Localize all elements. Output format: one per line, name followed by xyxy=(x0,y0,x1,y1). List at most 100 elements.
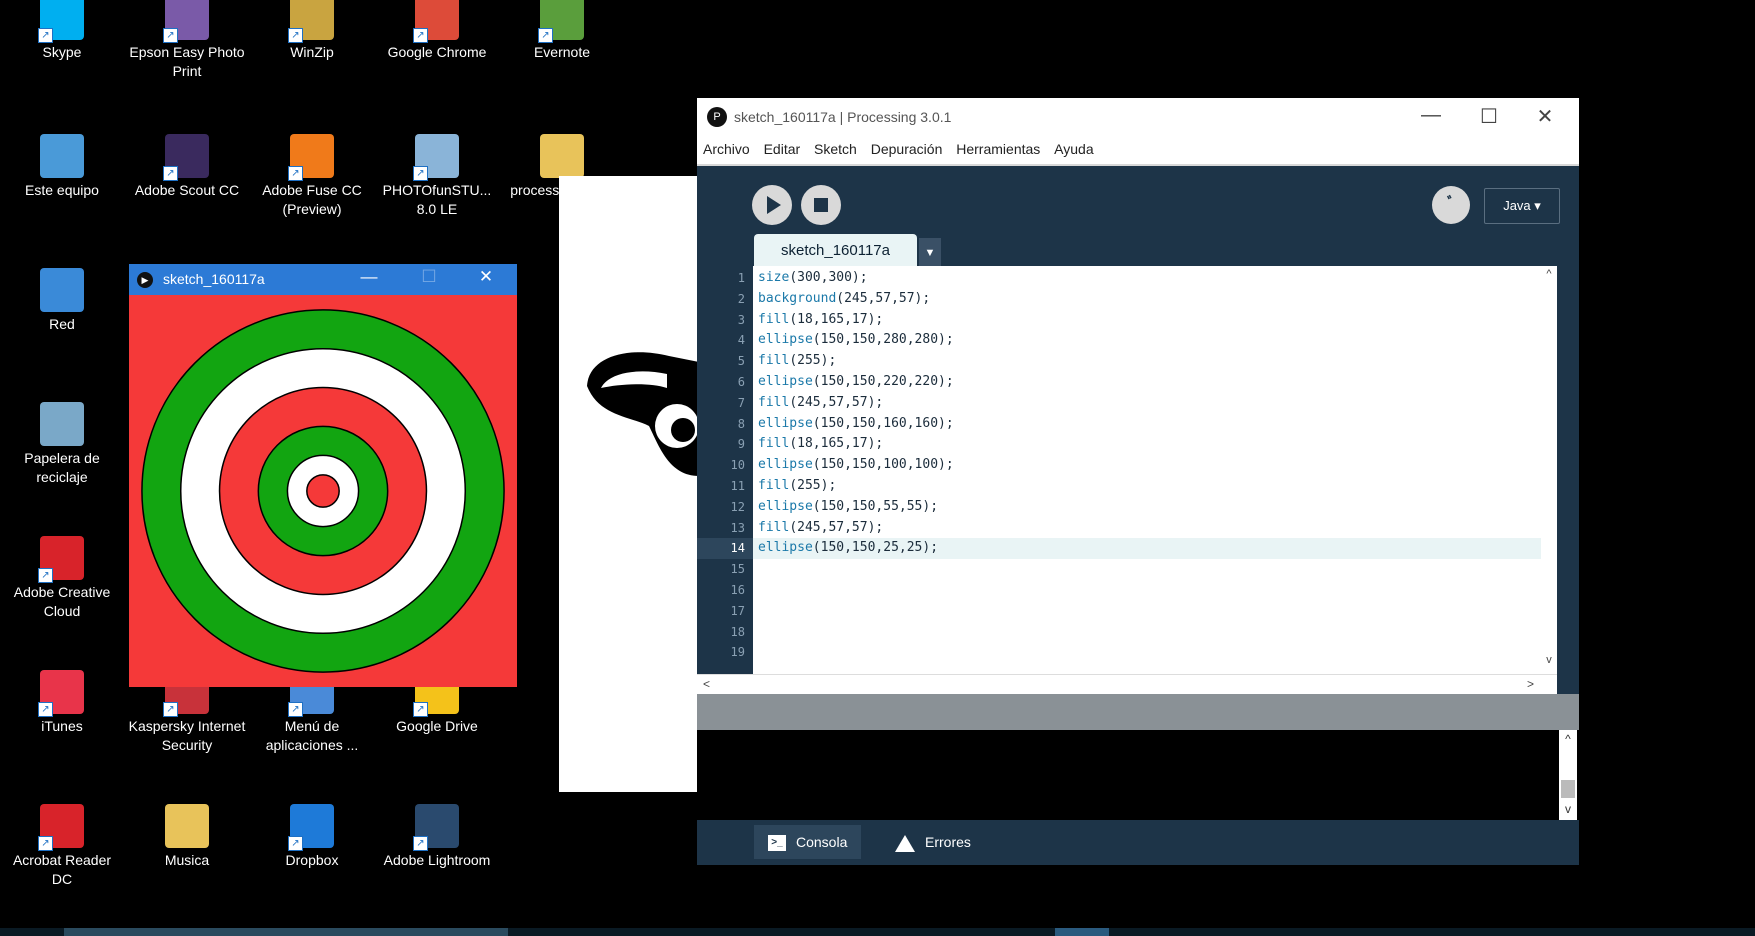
code-line[interactable]: background(245,57,57); xyxy=(753,289,1541,310)
desktop-icon[interactable]: ↗ PHOTOfunSTU... 8.0 LE xyxy=(377,134,497,219)
desktop-icon[interactable]: ↗ Adobe Lightroom xyxy=(377,804,497,870)
menu-herramientas[interactable]: Herramientas xyxy=(956,136,1040,162)
ide-title-bar[interactable]: P sketch_160117a | Processing 3.0.1 — ☐ … xyxy=(697,98,1579,136)
tab-consola-label: Consola xyxy=(796,834,848,850)
code-line[interactable] xyxy=(753,559,1541,580)
console-output[interactable]: ^ v xyxy=(697,730,1579,820)
menu-archivo[interactable]: Archivo xyxy=(703,136,750,162)
scroll-left-icon[interactable]: < xyxy=(703,677,710,691)
code-line[interactable]: fill(245,57,57); xyxy=(753,518,1541,539)
ide-minimize-button[interactable]: — xyxy=(1411,104,1451,127)
taskbar-active-segment[interactable] xyxy=(1055,928,1109,936)
editor-horizontal-scrollbar[interactable]: < > xyxy=(697,674,1557,695)
menu-depuracion[interactable]: Depuración xyxy=(871,136,943,162)
desktop-icon-label: Google Chrome xyxy=(387,44,487,60)
sketch-output-window[interactable]: ▶ sketch_160117a — ☐ ✕ xyxy=(129,264,517,687)
maximize-button[interactable]: ☐ xyxy=(414,267,444,287)
code-function: ellipse xyxy=(758,540,813,556)
tab-errores[interactable]: Errores xyxy=(881,825,985,859)
code-line[interactable]: fill(245,57,57); xyxy=(753,393,1541,414)
line-number: 15 xyxy=(730,562,745,577)
desktop-icon[interactable]: ↗ iTunes xyxy=(2,670,122,736)
ide-close-button[interactable]: ✕ xyxy=(1525,104,1565,129)
desktop-icon[interactable]: ↗ Skype xyxy=(2,0,122,62)
code-line[interactable]: ellipse(150,150,55,55); xyxy=(753,497,1541,518)
desktop-icon[interactable]: ↗ Evernote xyxy=(502,0,622,62)
scroll-up-icon[interactable]: ^ xyxy=(1541,268,1557,280)
debug-icon[interactable]: ﾞ xyxy=(1432,186,1470,224)
stop-button[interactable] xyxy=(801,185,841,225)
console-scroll-down-icon[interactable]: v xyxy=(1559,802,1577,816)
menu-sketch[interactable]: Sketch xyxy=(814,136,857,162)
desktop-icon[interactable]: Este equipo xyxy=(2,134,122,200)
tab-sketch[interactable]: sketch_160117a xyxy=(754,234,917,268)
menu-ayuda[interactable]: Ayuda xyxy=(1054,136,1093,162)
code-line[interactable]: ellipse(150,150,280,280); xyxy=(753,330,1541,351)
desktop-icon[interactable]: ↗ Dropbox xyxy=(252,804,372,870)
desktop-icon[interactable]: ↗ Adobe Creative Cloud xyxy=(2,536,122,621)
shortcut-arrow-icon: ↗ xyxy=(38,702,53,717)
code-line[interactable]: ellipse(150,150,160,160); xyxy=(753,414,1541,435)
evernote-icon: ↗ xyxy=(538,0,584,43)
code-editor[interactable]: 1 2 3 4 5 6 7 8 9 10 11 12 13 14 15 16 17 18 19 size(300,3… xyxy=(697,266,1557,674)
code-line[interactable]: ellipse(150,150,100,100); xyxy=(753,455,1541,476)
desktop-icon[interactable]: ↗ Adobe Scout CC xyxy=(127,134,247,200)
scroll-right-icon[interactable]: > xyxy=(1527,677,1534,691)
background-window[interactable] xyxy=(559,176,699,792)
code-line[interactable]: fill(18,165,17); xyxy=(753,310,1541,331)
code-line[interactable]: ellipse(150,150,25,25); xyxy=(753,538,1541,560)
console-divider[interactable] xyxy=(697,694,1579,730)
desktop-icon-label: Adobe Scout CC xyxy=(134,182,240,198)
adobe-fuse-icon: ↗ xyxy=(288,134,334,181)
dropbox-icon: ↗ xyxy=(288,804,334,851)
code-arguments: (255); xyxy=(789,477,837,493)
tab-consola[interactable]: >_ Consola xyxy=(754,825,862,859)
ide-maximize-button[interactable]: ☐ xyxy=(1469,104,1509,129)
desktop-icon[interactable]: ↗ Acrobat Reader DC xyxy=(2,804,122,889)
editor-vertical-scrollbar[interactable]: ^ v xyxy=(1541,266,1557,674)
sketch-window-title: sketch_160117a xyxy=(163,271,265,287)
processing-ide-window[interactable]: P sketch_160117a | Processing 3.0.1 — ☐ … xyxy=(697,98,1579,865)
desktop-icon[interactable]: Red xyxy=(2,268,122,334)
menu-editar[interactable]: Editar xyxy=(764,136,801,162)
desktop-icon[interactable]: ↗ WinZip xyxy=(252,0,372,62)
code-arguments: (245,57,57); xyxy=(836,290,931,306)
desktop-icon[interactable]: ↗ Epson Easy Photo Print xyxy=(127,0,247,81)
code-function: background xyxy=(758,290,837,306)
code-line[interactable] xyxy=(753,642,1541,663)
code-line[interactable]: fill(255); xyxy=(753,476,1541,497)
ide-window-title: sketch_160117a | Processing 3.0.1 xyxy=(734,109,952,125)
desktop-icon[interactable]: Musica xyxy=(127,804,247,870)
minimize-button[interactable]: — xyxy=(354,267,384,287)
console-icon: >_ xyxy=(768,835,786,852)
code-line[interactable]: fill(18,165,17); xyxy=(753,434,1541,455)
desktop-icon[interactable]: ↗ Adobe Fuse CC (Preview) xyxy=(252,134,372,219)
desktop-icon[interactable]: ↗ Google Chrome xyxy=(377,0,497,62)
code-line[interactable]: size(300,300); xyxy=(753,268,1541,289)
code-line[interactable] xyxy=(753,622,1541,643)
code-area[interactable]: size(300,300); background(245,57,57); fill… xyxy=(753,266,1541,674)
code-function: ellipse xyxy=(758,373,813,389)
code-line[interactable]: ellipse(150,150,220,220); xyxy=(753,372,1541,393)
code-line[interactable] xyxy=(753,601,1541,622)
desktop-icon[interactable]: Papelera de reciclaje xyxy=(2,402,122,487)
music-folder-icon xyxy=(165,804,209,848)
desktop-icon-label: Adobe Lightroom xyxy=(383,852,491,868)
tab-menu-button[interactable]: ▼ xyxy=(919,238,941,268)
scroll-down-icon[interactable]: v xyxy=(1541,654,1557,666)
code-line[interactable]: fill(255); xyxy=(753,351,1541,372)
code-arguments: (18,165,17); xyxy=(789,311,884,327)
console-scroll-up-icon[interactable]: ^ xyxy=(1559,732,1577,746)
code-line[interactable] xyxy=(753,580,1541,601)
line-number: 8 xyxy=(737,416,745,431)
taskbar[interactable] xyxy=(0,928,1755,936)
mode-selector[interactable]: Java ▾ xyxy=(1484,188,1560,224)
console-scroll-thumb[interactable] xyxy=(1561,780,1575,798)
line-number: 3 xyxy=(737,312,745,327)
code-arguments: (245,57,57); xyxy=(789,519,884,535)
close-button[interactable]: ✕ xyxy=(471,267,501,287)
console-scrollbar[interactable]: ^ v xyxy=(1559,730,1577,820)
run-button[interactable] xyxy=(752,185,792,225)
sketch-title-bar[interactable]: ▶ sketch_160117a — ☐ ✕ xyxy=(129,264,517,295)
taskbar-segment[interactable] xyxy=(64,928,508,936)
